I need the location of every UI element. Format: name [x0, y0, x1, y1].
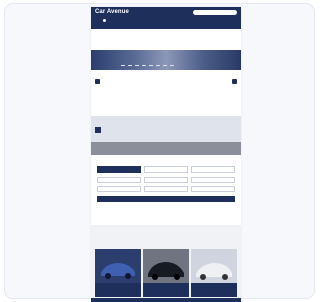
car-cards: [95, 249, 237, 297]
tab-new[interactable]: [97, 166, 141, 173]
form-field[interactable]: [144, 186, 188, 192]
booking-form: [91, 155, 241, 225]
form-field[interactable]: [97, 177, 141, 183]
hero-strip: [91, 50, 241, 70]
form-fields: [97, 177, 235, 192]
header-links: [103, 19, 136, 22]
divider-band: [91, 142, 241, 155]
carousel-indicators[interactable]: [121, 65, 174, 67]
bottom-bar: [91, 298, 241, 302]
chevron-right-icon[interactable]: [232, 79, 237, 84]
car-card[interactable]: [143, 249, 189, 297]
website-thumbnail[interactable]: Car Avenue: [91, 7, 241, 302]
breadcrumb: [91, 29, 241, 50]
form-field[interactable]: [97, 186, 141, 192]
car-card[interactable]: [191, 249, 237, 297]
tab-service[interactable]: [191, 166, 235, 173]
tab-used[interactable]: [144, 166, 188, 173]
location-icon: [103, 19, 106, 22]
form-field[interactable]: [191, 186, 235, 192]
promo-button[interactable]: [95, 127, 101, 133]
site-header: Car Avenue: [91, 7, 241, 29]
promo-section: [91, 116, 241, 142]
submit-button[interactable]: [97, 196, 235, 202]
form-field[interactable]: [191, 177, 235, 183]
car-card[interactable]: [95, 249, 141, 297]
site-logo[interactable]: Car Avenue: [95, 9, 129, 15]
form-tabs: [97, 166, 235, 173]
hero-banner: [91, 70, 241, 116]
chevron-left-icon[interactable]: [95, 79, 100, 84]
car-image: [143, 249, 189, 283]
car-image: [191, 249, 237, 283]
car-image: [95, 249, 141, 283]
form-field[interactable]: [144, 177, 188, 183]
search-input[interactable]: [193, 10, 237, 15]
